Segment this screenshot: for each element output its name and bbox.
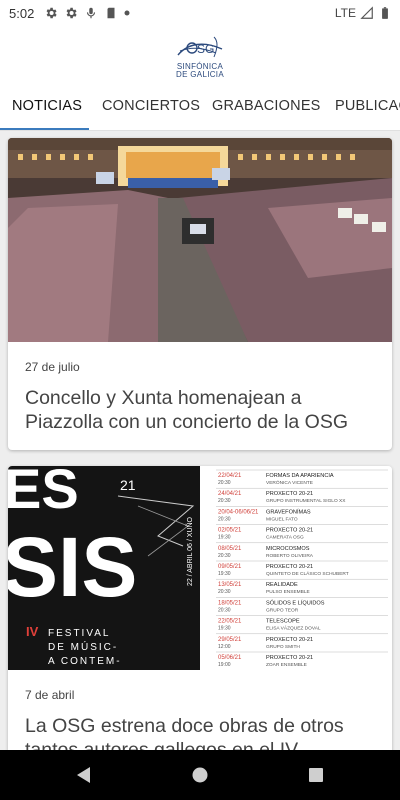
- schedule-subtitle: PULSO ENSEMBLE: [266, 589, 310, 595]
- tab-grabaciones[interactable]: GRABACIONES: [212, 86, 321, 130]
- schedule-title: PROXECTO 20-21: [266, 491, 313, 497]
- schedule-date: 02/05/21: [218, 528, 242, 534]
- news-card[interactable]: 27 de julio Concello y Xunta homenajean …: [8, 138, 392, 450]
- news-date: 7 de abril: [25, 688, 75, 702]
- news-card[interactable]: ES SIS 21 IV FESTIVAL DE MÚSIC- A CONTEM…: [8, 466, 392, 750]
- status-icons-right: LTE: [335, 0, 392, 26]
- schedule-subtitle: ZOAR ENSEMBLE: [266, 662, 307, 668]
- news-title[interactable]: La OSG estrena doce obras de otros tanto…: [25, 714, 380, 750]
- settings-icon: [46, 7, 57, 19]
- schedule-date: 22/05/21: [218, 619, 242, 625]
- network-type: LTE: [334, 6, 356, 20]
- signal-icon: [360, 6, 373, 19]
- tab-bar: NOTICIAS CONCIERTOS GRABACIONES PUBLICAC…: [0, 86, 400, 131]
- sd-card-icon: [107, 7, 115, 19]
- schedule-time: 19:00: [218, 662, 231, 668]
- schedule-time: 20:30: [218, 516, 231, 522]
- status-time: 5:02: [9, 5, 35, 21]
- schedule-time: 19:30: [218, 571, 231, 577]
- schedule-date: 05/06/21: [218, 655, 242, 661]
- schedule-subtitle: VERÓNICA VICENTE: [266, 479, 313, 486]
- schedule-title: PROXECTO 20-21: [266, 637, 313, 643]
- settings-icon: [66, 7, 77, 19]
- poster-year-mark: 21: [120, 477, 136, 493]
- schedule-title: FORMAS DA APARIENCIA: [266, 473, 334, 479]
- news-image-festival-poster: ES SIS 21 IV FESTIVAL DE MÚSIC- A CONTEM…: [8, 466, 392, 670]
- schedule-time: 19:30: [218, 535, 231, 541]
- battery-icon: [382, 7, 388, 19]
- schedule-time: 20:30: [218, 498, 231, 504]
- poster-side-text: 22 / ABRIL 06 / XUÑO: [185, 516, 194, 586]
- schedule-subtitle: QUINTETO DE CLÁSICO SCHUBERT: [266, 570, 349, 577]
- schedule-time: 20:30: [218, 589, 231, 595]
- schedule-time: 12:00: [218, 644, 231, 650]
- app-header: SG SINFÓNICA DE GALICIA: [0, 26, 400, 86]
- app-screen: 5:02 LTE SG SINFÓNICA DE GALICIA NOTICIA…: [0, 0, 400, 800]
- status-icons-left: [44, 6, 130, 20]
- schedule-subtitle: ROBERTO OLIVEIRA: [266, 553, 314, 559]
- schedule-date: 18/05/21: [218, 600, 242, 606]
- schedule-title: PROXECTO 20-21: [266, 564, 313, 570]
- poster-edition: IV: [26, 624, 39, 639]
- schedule-title: SÓLIDOS E LÍQUIDOS: [266, 599, 325, 606]
- news-title[interactable]: Concello y Xunta homenajean a Piazzolla …: [25, 386, 380, 434]
- osg-logo-mark-icon: SG: [177, 36, 223, 58]
- tab-conciertos[interactable]: CONCIERTOS: [102, 86, 200, 130]
- schedule-date: 20/04-06/06/21: [218, 509, 259, 515]
- schedule-subtitle: MIGUEL FATO: [266, 516, 298, 522]
- schedule-subtitle: GRUPO SMITH: [266, 644, 300, 650]
- schedule-time: 19:30: [218, 626, 231, 632]
- schedule-title: PROXECTO 20-21: [266, 655, 313, 661]
- schedule-date: 09/05/21: [218, 564, 242, 570]
- home-icon[interactable]: [190, 766, 210, 784]
- news-date: 27 de julio: [25, 360, 80, 374]
- news-list: 27 de julio Concello y Xunta homenajean …: [0, 130, 400, 750]
- schedule-title: TELESCOPE: [266, 619, 300, 625]
- schedule-subtitle: GRUPO TEOR: [266, 607, 299, 613]
- schedule-subtitle: GRUPO INSTRUMENTAL SIGLO XX: [266, 498, 346, 504]
- system-nav-bar: [0, 750, 400, 800]
- schedule-subtitle: CAMERATA OSG: [266, 535, 304, 541]
- schedule-date: 29/05/21: [218, 637, 242, 643]
- poster-festival-line-2: DE MÚSIC-: [48, 640, 118, 653]
- tab-noticias[interactable]: NOTICIAS: [12, 86, 82, 130]
- schedule-date: 22/04/21: [218, 473, 242, 479]
- schedule-title: MICROCOSMOS: [266, 546, 310, 552]
- schedule-time: 20:30: [218, 607, 231, 613]
- svg-text:SG: SG: [197, 42, 214, 56]
- schedule-subtitle: ELISA VÁZQUEZ DOVAL: [266, 625, 321, 632]
- schedule-date: 24/04/21: [218, 491, 242, 497]
- poster-festival-line-3: A CONTEM-: [48, 656, 122, 667]
- schedule-title: PROXECTO 20-21: [266, 528, 313, 534]
- poster-big-text: SIS: [8, 520, 137, 614]
- tab-publicaciones[interactable]: PUBLICACIONES: [335, 86, 400, 130]
- poster-big-text-top: ES: [8, 466, 79, 520]
- osg-logo: SG SINFÓNICA DE GALICIA: [174, 33, 226, 79]
- schedule-time: 20:30: [218, 480, 231, 486]
- schedule-time: 20:30: [218, 553, 231, 559]
- schedule-date: 08/05/21: [218, 546, 242, 552]
- status-bar: 5:02 LTE: [0, 0, 400, 26]
- microphone-icon: [87, 7, 96, 19]
- recents-icon[interactable]: [306, 766, 326, 784]
- poster-festival-line-1: FESTIVAL: [48, 628, 111, 639]
- back-icon[interactable]: [74, 766, 94, 784]
- logo-line-2: DE GALICIA: [176, 70, 224, 79]
- schedule-date: 13/05/21: [218, 582, 242, 588]
- dot-icon: [124, 10, 130, 16]
- schedule-title: REALIDADE: [266, 582, 298, 588]
- schedule-title: GRAVEFONÍMAS: [266, 508, 311, 515]
- news-image-concert: [8, 138, 392, 342]
